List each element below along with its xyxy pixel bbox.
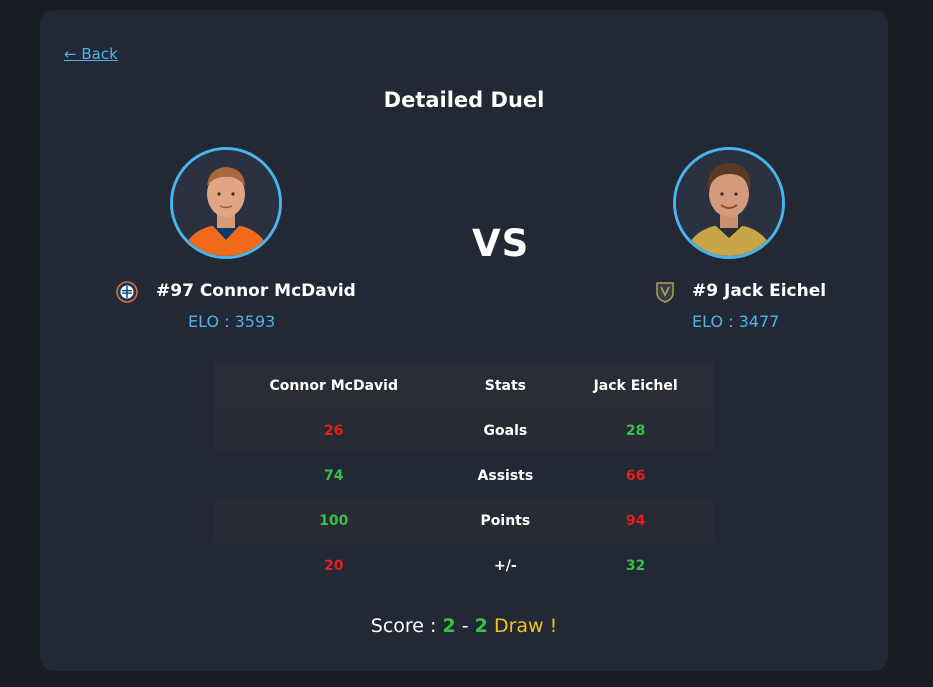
right-value: 66 — [625, 467, 646, 484]
stat-label: Assists — [477, 467, 534, 484]
oilers-logo-icon — [116, 281, 138, 307]
score-left: 2 — [442, 615, 456, 637]
table-row: 74 Assists 66 — [214, 453, 714, 498]
page-title: Detailed Duel — [383, 88, 545, 112]
left-value: 20 — [324, 557, 344, 574]
vs-label: VS — [472, 222, 530, 265]
left-value: 100 — [214, 498, 454, 543]
left-value: 26 — [214, 408, 454, 453]
player-right-name: #9 Jack Eichel — [692, 281, 827, 301]
back-link[interactable]: ← Back — [64, 45, 118, 63]
stat-label: Goals — [453, 408, 558, 453]
right-value: 32 — [625, 557, 646, 574]
player-left-name: #97 Connor McDavid — [156, 281, 356, 301]
stats-table: Connor McDavid Stats Jack Eichel 26 Goal… — [214, 363, 714, 588]
header-stats: Stats — [453, 363, 558, 408]
golden-knights-logo-icon — [654, 281, 676, 307]
player-right-elo: ELO : 3477 — [692, 312, 780, 331]
score-label: Score : — [370, 615, 437, 637]
table-row: 100 Points 94 — [214, 498, 714, 543]
score-separator: - — [461, 615, 469, 637]
table-row: 20 +/- 32 — [214, 543, 714, 588]
player-left-elo: ELO : 3593 — [188, 312, 276, 331]
header-player-left: Connor McDavid — [214, 363, 454, 408]
table-row: 26 Goals 28 — [214, 408, 714, 453]
table-header-row: Connor McDavid Stats Jack Eichel — [214, 363, 714, 408]
player-right-avatar — [673, 147, 785, 259]
right-value: 28 — [557, 408, 714, 453]
score-result: Draw ! — [493, 615, 558, 637]
score-right: 2 — [474, 615, 488, 637]
stat-label: Points — [453, 498, 558, 543]
right-value: 94 — [557, 498, 714, 543]
player-left-avatar — [170, 147, 282, 259]
stat-label: +/- — [494, 557, 517, 574]
score-line: Score : 2 - 2 Draw ! — [40, 615, 888, 637]
duel-card: ← Back Detailed Duel VS #97 Connor McDav… — [40, 10, 888, 671]
header-player-right: Jack Eichel — [557, 363, 714, 408]
left-value: 74 — [324, 467, 344, 484]
